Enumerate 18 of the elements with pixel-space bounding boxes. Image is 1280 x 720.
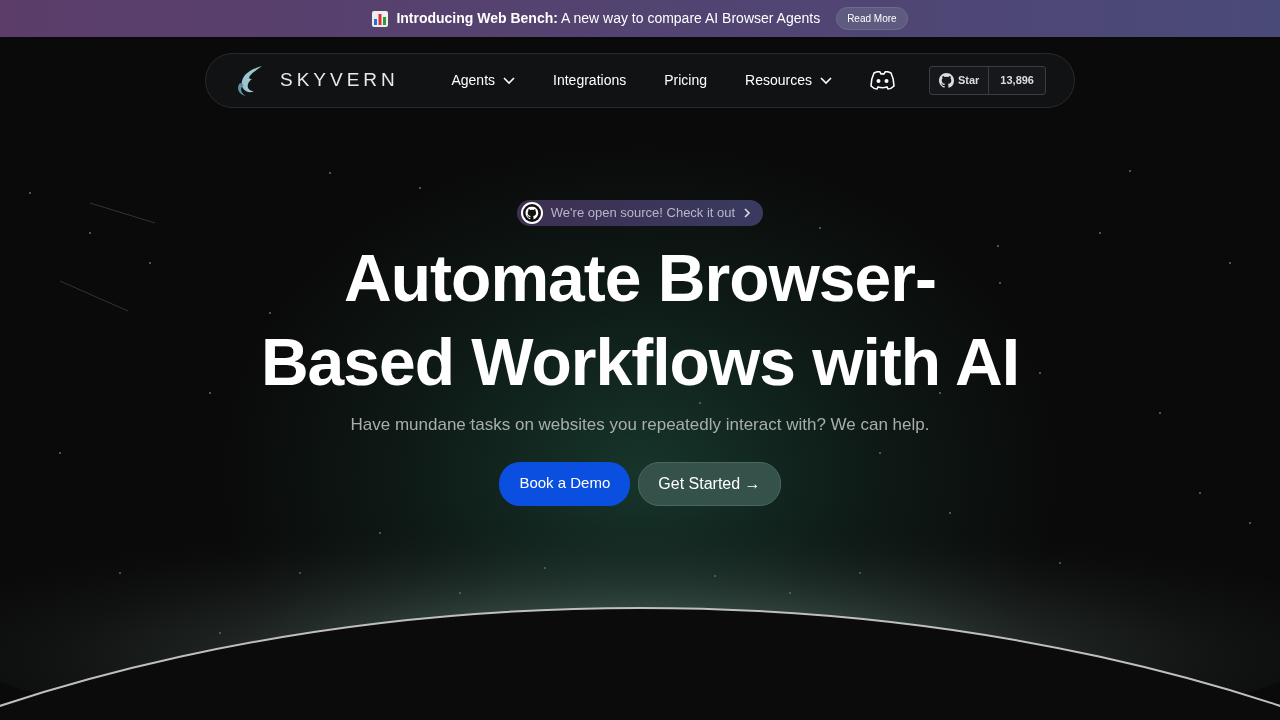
- hero-title: Automate Browser- Based Workflows with AI: [260, 240, 1020, 401]
- github-icon: [520, 202, 543, 224]
- announcement-text: Introducing Web Bench: A new way to compare AI Browser Agents: [396, 9, 821, 28]
- github-star-button[interactable]: Star 13,896: [928, 66, 1046, 95]
- book-demo-button[interactable]: Book a Demo: [499, 461, 631, 506]
- bar-chart-icon: [372, 10, 389, 27]
- read-more-button[interactable]: Read More: [836, 7, 908, 30]
- nav-link[interactable]: Agents: [451, 70, 516, 91]
- chevron-right-icon: [743, 207, 752, 219]
- nav-link[interactable]: Pricing: [664, 70, 707, 91]
- hero-subtitle: Have mundane tasks on websites you repeatedly interact with? We can help.: [350, 414, 930, 436]
- github-icon: [938, 73, 954, 88]
- nav-link[interactable]: Integrations: [553, 70, 627, 91]
- get-started-button[interactable]: Get Started →: [638, 461, 781, 506]
- brand-name[interactable]: SKYVERN: [280, 66, 399, 95]
- discord-icon[interactable]: [869, 71, 895, 90]
- nav-link[interactable]: Resources: [745, 70, 832, 91]
- open-source-link[interactable]: We're open source! Check it out: [516, 200, 764, 226]
